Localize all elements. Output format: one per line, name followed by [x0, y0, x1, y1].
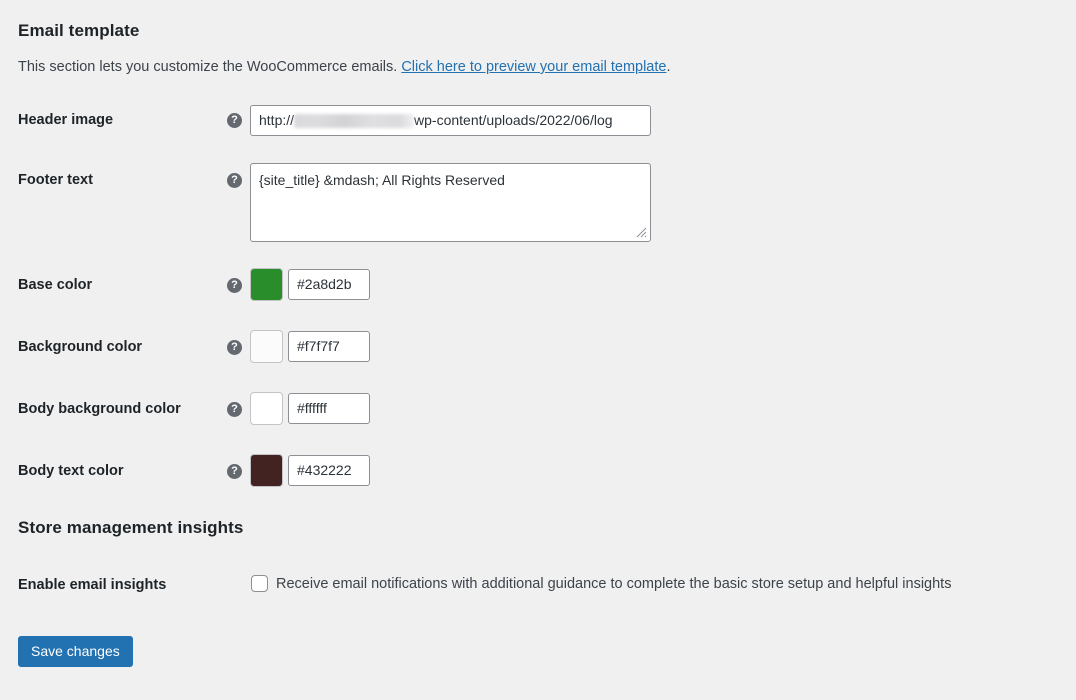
footer-text-textarea[interactable]: {site_title} &mdash; All Rights Reserved	[250, 163, 651, 242]
body-background-color-hex-input[interactable]: #ffffff	[288, 393, 370, 424]
settings-page: Email template This section lets you cus…	[0, 0, 1076, 700]
header-image-url-suffix: wp-content/uploads/2022/06/log	[414, 112, 613, 128]
help-icon[interactable]: ?	[227, 278, 242, 293]
enable-email-insights-checkbox[interactable]	[251, 575, 268, 592]
background-color-label: Background color	[18, 339, 143, 355]
page-title: Email template	[18, 21, 140, 40]
background-color-hex-input[interactable]: #f7f7f7	[288, 331, 370, 362]
base-color-label: Base color	[18, 277, 93, 293]
help-icon[interactable]: ?	[227, 340, 242, 355]
section-description-period: .	[666, 59, 671, 75]
body-background-color-label: Body background color	[18, 401, 181, 417]
background-color-swatch[interactable]	[250, 330, 283, 363]
store-insights-title: Store management insights	[18, 518, 244, 537]
save-changes-button[interactable]: Save changes	[18, 636, 133, 667]
header-image-url-prefix: http://	[259, 112, 295, 128]
body-text-color-hex-input[interactable]: #432222	[288, 455, 370, 486]
preview-email-template-link[interactable]: Click here to preview your email templat…	[401, 59, 666, 75]
section-description-text: This section lets you customize the WooC…	[18, 59, 402, 75]
header-image-input[interactable]: http:// wp-content/uploads/2022/06/log	[250, 105, 651, 136]
section-description: This section lets you customize the WooC…	[18, 59, 671, 75]
body-text-color-label: Body text color	[18, 463, 124, 479]
enable-email-insights-checkbox-label[interactable]: Receive email notifications with additio…	[276, 576, 951, 592]
base-color-hex-input[interactable]: #2a8d2b	[288, 269, 370, 300]
help-icon[interactable]: ?	[227, 113, 242, 128]
header-image-label: Header image	[18, 112, 114, 128]
redacted-domain-block	[294, 113, 415, 128]
body-text-color-swatch[interactable]	[250, 454, 283, 487]
footer-text-label: Footer text	[18, 172, 93, 188]
enable-email-insights-label: Enable email insights	[18, 577, 167, 593]
base-color-swatch[interactable]	[250, 268, 283, 301]
help-icon[interactable]: ?	[227, 402, 242, 417]
help-icon[interactable]: ?	[227, 173, 242, 188]
help-icon[interactable]: ?	[227, 464, 242, 479]
body-background-color-swatch[interactable]	[250, 392, 283, 425]
